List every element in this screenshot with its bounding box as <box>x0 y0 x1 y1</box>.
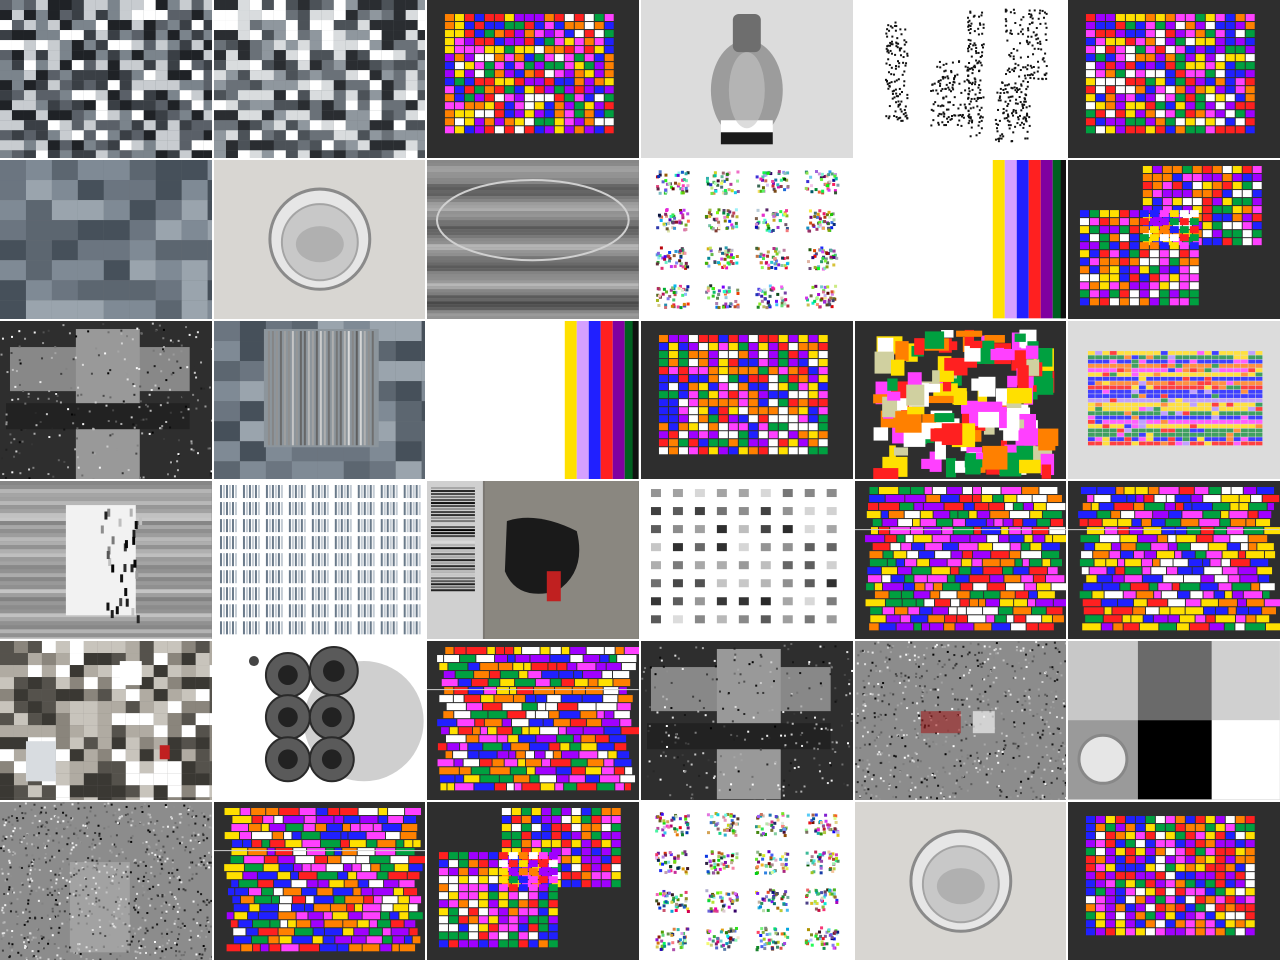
thumbnail-image <box>0 801 212 960</box>
thumbnail-r6-c4 <box>641 801 853 960</box>
thumbnail-image <box>248 646 424 783</box>
thumbnail-image <box>0 322 212 479</box>
thumbnail-image <box>445 14 615 134</box>
thumbnail-image <box>213 320 426 479</box>
thumbnail-image <box>0 480 212 640</box>
thumbnail-image <box>1080 166 1263 306</box>
thumbnail-image <box>1086 14 1256 134</box>
thumbnail-image <box>0 641 212 800</box>
thumbnail-image <box>641 643 853 800</box>
thumbnail-r6-c6 <box>1068 801 1280 960</box>
thumbnail-r6-c5 <box>854 801 1067 960</box>
thumbnail-image <box>854 641 1067 800</box>
thumbnail-image <box>872 329 1058 479</box>
thumbnail-image <box>213 0 426 159</box>
thumbnail-r1-c5 <box>854 0 1067 159</box>
thumbnail-r1-c4 <box>641 0 853 159</box>
thumbnail-r5-c4 <box>641 641 853 800</box>
thumbnail-r4-c2 <box>213 480 426 640</box>
thumbnail-r1-c3 <box>427 0 639 159</box>
thumbnail-r5-c6 <box>1068 641 1280 800</box>
thumbnail-r4-c5 <box>854 480 1067 640</box>
thumbnail-r6-c1 <box>0 801 212 960</box>
thumbnail-image <box>1068 641 1280 800</box>
thumbnail-r3-c3 <box>427 320 639 479</box>
thumbnail-image <box>854 486 1067 631</box>
thumbnail-image <box>268 187 371 292</box>
thumbnail-r6-c2 <box>213 801 426 960</box>
thumbnail-image <box>0 160 212 319</box>
thumbnail-r2-c6 <box>1068 160 1280 319</box>
thumbnail-image <box>992 160 1067 319</box>
thumbnail-image <box>427 160 639 319</box>
thumbnail-image <box>884 8 1048 143</box>
thumbnail-r4-c4 <box>641 480 853 640</box>
thumbnail-image <box>439 807 622 947</box>
thumbnail-r1-c2 <box>213 0 426 159</box>
thumbnail-r4-c1 <box>0 480 212 640</box>
thumbnail-image <box>1068 486 1280 631</box>
thumbnail-r6-c3 <box>427 801 639 960</box>
thumbnail-r2-c4 <box>641 160 853 319</box>
thumbnail-r4-c6 <box>1068 480 1280 640</box>
thumbnail-r5-c5 <box>854 641 1067 800</box>
thumbnail-image <box>427 480 639 640</box>
thumbnail-r3-c1 <box>0 320 212 479</box>
thumbnail-image <box>710 14 783 145</box>
thumbnail-image <box>909 829 1012 933</box>
thumbnail-r3-c2 <box>213 320 426 479</box>
thumbnail-image <box>658 334 828 454</box>
thumbnail-image <box>650 489 837 624</box>
thumbnail-r3-c6 <box>1068 320 1280 479</box>
thumbnail-image <box>219 484 421 635</box>
thumbnail-r4-c3 <box>427 480 639 640</box>
thumbnail-r3-c5 <box>854 320 1067 479</box>
thumbnail-r2-c2 <box>213 160 426 319</box>
thumbnail-r1-c1 <box>0 0 212 159</box>
thumbnail-image <box>565 320 639 479</box>
thumbnail-image <box>213 807 426 951</box>
thumbnail-image <box>1088 350 1263 446</box>
thumbnail-r5-c1 <box>0 641 212 800</box>
thumbnail-image <box>1086 815 1256 935</box>
thumbnail-image <box>655 811 840 951</box>
thumbnail-image <box>655 170 840 310</box>
thumbnail-r2-c3 <box>427 160 639 319</box>
thumbnail-r3-c4 <box>641 320 853 479</box>
thumbnail-r5-c3 <box>427 641 639 800</box>
thumbnail-r2-c1 <box>0 160 212 319</box>
thumbnail-image <box>427 647 639 791</box>
thumbnail-r2-c5 <box>854 160 1067 319</box>
thumbnail-r5-c2 <box>213 641 426 800</box>
thumbnail-r1-c6 <box>1068 0 1280 159</box>
image-mosaic <box>0 0 1280 960</box>
thumbnail-image <box>0 0 212 159</box>
